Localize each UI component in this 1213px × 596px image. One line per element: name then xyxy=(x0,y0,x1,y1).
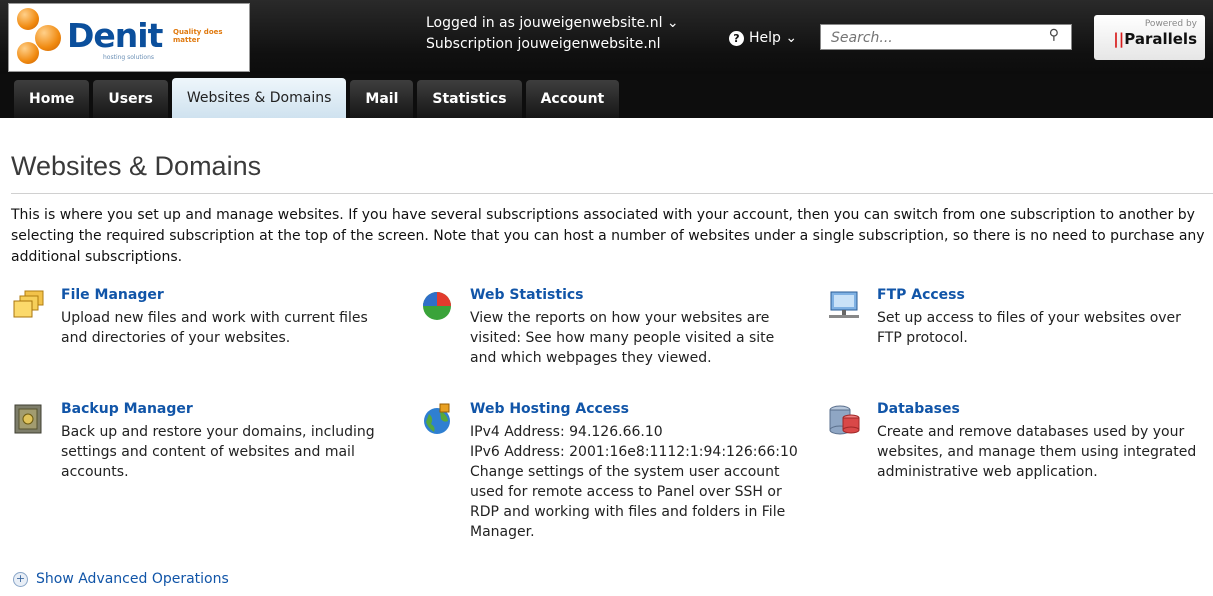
tab-home[interactable]: Home xyxy=(14,80,90,118)
logo-tagline: Quality does matter xyxy=(173,28,223,44)
web-statistics-link[interactable]: Web Statistics xyxy=(470,287,584,303)
database-icon[interactable] xyxy=(827,402,861,436)
web-hosting-access-text: Change settings of the system user accou… xyxy=(470,464,786,540)
help-label: Help ⌄ xyxy=(749,30,798,46)
pie-chart-icon[interactable] xyxy=(420,288,454,322)
page-intro: This is where you set up and manage webs… xyxy=(11,207,1205,265)
page-title: Websites & Domains xyxy=(11,151,262,181)
ipv4-address: IPv4 Address: 94.126.66.10 xyxy=(470,424,663,440)
databases-desc: Create and remove databases used by your… xyxy=(877,424,1197,480)
tab-websites-domains[interactable]: Websites & Domains xyxy=(171,78,347,118)
backup-manager-desc: Back up and restore your domains, includ… xyxy=(61,424,375,480)
tab-statistics[interactable]: Statistics xyxy=(417,80,522,118)
ftp-access-desc: Set up access to files of your websites … xyxy=(877,310,1181,346)
search-input[interactable] xyxy=(829,26,1043,50)
logged-in-menu[interactable]: Logged in as jouweigenwebsite.nl ⌄ xyxy=(426,13,679,34)
tab-mail[interactable]: Mail xyxy=(350,80,414,118)
ftp-access-link[interactable]: FTP Access xyxy=(877,287,965,303)
powered-by-parallels[interactable]: Powered by ||Parallels xyxy=(1094,15,1205,60)
help-icon: ? xyxy=(729,30,744,46)
logo-dots xyxy=(15,8,67,66)
top-bar: Denit Quality does matter hosting soluti… xyxy=(0,0,1213,118)
folder-stack-icon[interactable] xyxy=(11,288,45,322)
ipv6-address: IPv6 Address: 2001:16e8:1112:1:94:126:66… xyxy=(470,444,798,460)
title-divider xyxy=(11,193,1213,194)
web-hosting-access-link[interactable]: Web Hosting Access xyxy=(470,401,629,417)
logo-brand: Denit xyxy=(67,16,163,55)
safe-icon[interactable] xyxy=(11,402,45,436)
show-advanced-operations[interactable]: + Show Advanced Operations xyxy=(13,571,229,587)
backup-manager-link[interactable]: Backup Manager xyxy=(61,401,193,417)
tab-users[interactable]: Users xyxy=(93,80,168,118)
logo-sub: hosting solutions xyxy=(103,54,155,61)
show-advanced-label: Show Advanced Operations xyxy=(36,571,229,587)
main-tabs: Home Users Websites & Domains Mail Stati… xyxy=(14,78,623,118)
databases-link[interactable]: Databases xyxy=(877,401,960,417)
ftp-icon[interactable] xyxy=(827,288,861,322)
web-statistics-desc: View the reports on how your websites ar… xyxy=(470,310,775,366)
help-menu[interactable]: ? Help ⌄ xyxy=(729,30,797,46)
expand-icon: + xyxy=(13,571,28,587)
globe-icon[interactable] xyxy=(420,402,454,436)
tab-account[interactable]: Account xyxy=(525,80,620,118)
search-box: ⚲ xyxy=(820,24,1072,50)
web-hosting-access-desc: IPv4 Address: 94.126.66.10 IPv6 Address:… xyxy=(470,422,815,542)
powered-by-label: Powered by xyxy=(1144,19,1197,29)
login-info: Logged in as jouweigenwebsite.nl ⌄ Subsc… xyxy=(426,13,679,55)
subscription-label[interactable]: Subscription jouweigenwebsite.nl xyxy=(426,34,679,55)
file-manager-desc: Upload new files and work with current f… xyxy=(61,310,368,346)
search-icon[interactable]: ⚲ xyxy=(1049,27,1059,43)
denit-logo[interactable]: Denit Quality does matter hosting soluti… xyxy=(8,3,250,72)
parallels-logo: ||Parallels xyxy=(1113,30,1197,48)
file-manager-link[interactable]: File Manager xyxy=(61,287,164,303)
